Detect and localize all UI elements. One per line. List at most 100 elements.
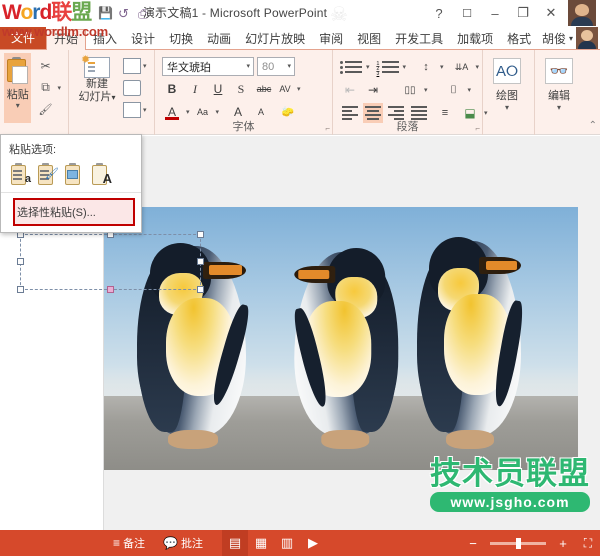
tab-animations[interactable]: 动画 — [200, 30, 238, 49]
drawing-button[interactable]: A⭘ 绘图 ▾ — [487, 53, 527, 135]
chevron-down-icon[interactable]: ▾ — [16, 102, 20, 110]
zoom-in-button[interactable]: + — [550, 530, 576, 556]
tab-insert[interactable]: 插入 — [86, 30, 124, 49]
font-name-input[interactable]: 华文琥珀 ▾ — [162, 57, 254, 76]
resize-handle-bottom-right[interactable] — [197, 286, 204, 293]
new-slide-label-2: 幻灯片▾ — [78, 90, 116, 103]
columns-icon[interactable]: ▯▯ — [400, 80, 420, 100]
copy-icon[interactable]: ⧉ — [34, 78, 56, 97]
chevron-down-icon[interactable]: ▾ — [557, 103, 561, 112]
section-button[interactable]: ▾ — [123, 100, 148, 120]
format-painter-icon[interactable]: 🖌 — [34, 100, 56, 119]
resize-handle-bottom-left[interactable] — [17, 286, 24, 293]
view-reading-button[interactable]: ▥ — [274, 530, 300, 556]
resize-handle-bottom-center[interactable] — [106, 286, 114, 293]
notes-icon: ≡ — [113, 536, 121, 550]
resize-handle-top-right[interactable] — [197, 231, 204, 238]
chevron-down-icon[interactable]: ▾ — [296, 85, 302, 93]
comment-icon: 💬 — [163, 536, 178, 550]
notes-button[interactable]: ≡ 备注 — [104, 530, 154, 556]
chevron-down-icon[interactable]: ▾ — [246, 62, 250, 70]
ribbon-display-options-icon[interactable]: ☐ — [454, 2, 480, 24]
collapse-ribbon-icon[interactable]: ⌃ — [589, 120, 597, 131]
ribbon-tab-strip: 文件 开始 插入 设计 切换 动画 幻灯片放映 审阅 视图 开发工具 加载项 格… — [0, 26, 600, 50]
chevron-down-icon[interactable]: ▾ — [467, 86, 473, 94]
tab-view[interactable]: 视图 — [350, 30, 388, 49]
decrease-indent-icon[interactable]: ⇤ — [340, 80, 360, 100]
chevron-down-icon[interactable]: ▾ — [56, 84, 62, 92]
font-size-input[interactable]: 80 ▾ — [257, 57, 295, 76]
tab-addins[interactable]: 加载项 — [450, 30, 500, 49]
strikethrough-button[interactable]: abc — [254, 79, 274, 99]
user-avatar[interactable] — [576, 27, 598, 49]
zoom-slider-knob[interactable] — [516, 537, 521, 549]
character-spacing-button[interactable]: AV — [277, 79, 293, 99]
paste-text-only-icon[interactable]: A — [91, 163, 112, 186]
chevron-down-icon[interactable]: ▾ — [402, 63, 408, 71]
align-text-icon[interactable]: ⌷ — [444, 80, 464, 100]
chevron-down-icon[interactable]: ▾ — [569, 34, 573, 43]
tab-slideshow[interactable]: 幻灯片放映 — [238, 30, 312, 49]
status-bar-left-spacer — [0, 530, 104, 556]
font-dialog-launcher[interactable]: ⌐ — [325, 124, 330, 133]
chevron-down-icon[interactable]: ▾ — [365, 63, 371, 71]
maximize-button[interactable]: ❐ — [510, 2, 536, 24]
layout-button[interactable]: ▾ — [123, 56, 148, 76]
paste-keep-text-only-brush-icon[interactable]: 🖌 — [37, 163, 59, 186]
text-shadow-button[interactable]: S — [231, 79, 251, 99]
close-button[interactable]: ✕ — [538, 2, 564, 24]
avatar[interactable] — [568, 0, 596, 26]
numbering-button[interactable]: 1 2 3 — [377, 57, 399, 77]
paste-special-menu-item[interactable]: 选择性粘贴(S)... — [13, 198, 135, 226]
text-direction-icon[interactable]: ⇊A — [452, 57, 472, 77]
selected-placeholder[interactable]: ↻ — [17, 214, 204, 293]
line-spacing-icon[interactable]: ↕ — [416, 57, 436, 77]
tab-review[interactable]: 审阅 — [312, 30, 350, 49]
tab-format[interactable]: 格式 — [500, 30, 538, 49]
user-account[interactable]: 胡俊 ▾ — [542, 27, 600, 49]
bold-button[interactable]: B — [162, 79, 182, 99]
view-slideshow-button[interactable]: ▶ — [300, 530, 326, 556]
cut-icon[interactable]: ✂ — [34, 56, 56, 75]
italic-button[interactable]: I — [185, 79, 205, 99]
chevron-down-icon[interactable]: ▾ — [287, 62, 291, 70]
reset-button[interactable] — [123, 78, 148, 98]
paste-button[interactable]: 粘贴 ▾ — [4, 53, 32, 123]
paste-picture-icon[interactable] — [64, 163, 85, 186]
editing-button[interactable]: 👓 编辑 ▾ — [539, 53, 579, 135]
resize-handle-middle-left[interactable] — [17, 258, 24, 265]
help-button[interactable]: ? — [426, 2, 452, 24]
chevron-down-icon[interactable]: ▾ — [505, 103, 509, 112]
new-slide-button[interactable]: ✹ 新建 幻灯片▾ — [73, 53, 121, 135]
paste-keep-source-formatting-icon[interactable]: a — [10, 163, 31, 186]
chevron-down-icon[interactable]: ▾ — [215, 108, 221, 116]
bullets-button[interactable] — [340, 57, 362, 77]
paragraph-dialog-launcher[interactable]: ⌐ — [475, 124, 480, 133]
minimize-button[interactable]: – — [482, 2, 508, 24]
zoom-slider[interactable] — [490, 537, 546, 549]
chevron-down-icon[interactable]: ▾ — [423, 86, 429, 94]
chevron-down-icon[interactable]: ▾ — [475, 63, 481, 71]
fit-to-window-button[interactable]: ⛶ — [576, 530, 600, 556]
chevron-down-icon[interactable]: ▾ — [111, 93, 115, 102]
paste-label: 粘贴 — [6, 89, 29, 101]
chevron-down-icon[interactable]: ▾ — [142, 62, 148, 70]
chevron-down-icon[interactable]: ▾ — [142, 106, 148, 114]
slides-mini-buttons: ▾ ▾ — [121, 53, 150, 135]
view-slide-sorter-button[interactable]: ▦ — [248, 530, 274, 556]
increase-indent-icon[interactable]: ⇥ — [363, 80, 383, 100]
tab-file[interactable]: 文件 — [0, 27, 47, 49]
tab-transitions[interactable]: 切换 — [162, 30, 200, 49]
comments-button[interactable]: 💬 批注 — [154, 530, 212, 556]
group-paragraph: ▾ 1 2 3 ▾ ↕ ▾ ⇊A ▾ ⇤ ⇥ ▯▯ ▾ ⌷ ▾ ≡ ⬓ ▾ 段落… — [332, 50, 488, 135]
chevron-down-icon[interactable]: ▾ — [439, 63, 445, 71]
underline-button[interactable]: U — [208, 79, 228, 99]
chevron-down-icon[interactable]: ▾ — [185, 108, 191, 116]
tab-home[interactable]: 开始 — [46, 29, 87, 50]
shapes-icon: A⭘ — [493, 58, 521, 84]
view-normal-button[interactable]: ▤ — [221, 530, 248, 556]
tab-developer[interactable]: 开发工具 — [388, 30, 450, 49]
resize-handle-middle-right[interactable] — [197, 258, 204, 265]
zoom-out-button[interactable]: − — [460, 530, 486, 556]
tab-design[interactable]: 设计 — [124, 30, 162, 49]
